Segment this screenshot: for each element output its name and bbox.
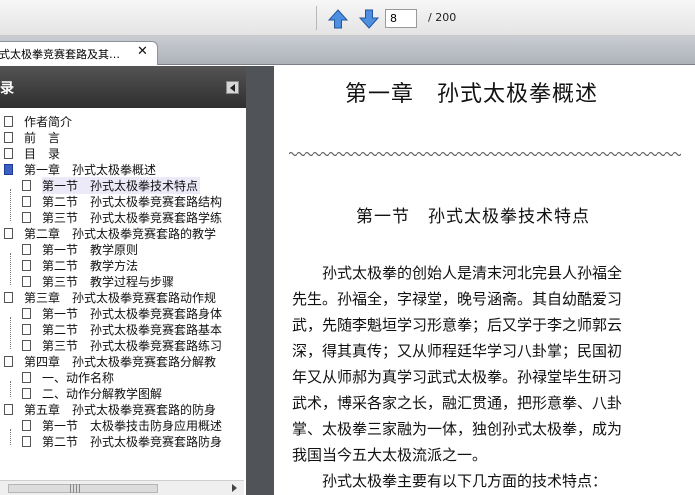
document-page: 第一章 孙式太极拳概述 第一节 孙式太极拳技术特点 孙式太极拳的创始人是清末河北… [274, 66, 695, 495]
tab-strip: 式太极拳竞赛套路及其… ✕ [0, 36, 695, 65]
tree-guide-line [10, 381, 11, 397]
tree-guide-line [10, 317, 11, 349]
page-icon [22, 180, 31, 191]
body-text-line: 深，得其真传；又从师程廷华学习八卦掌；民国初 [292, 342, 623, 360]
page-icon [22, 372, 31, 383]
page-icon [4, 132, 13, 143]
document-tab-title: 式太极拳竞赛套路及其… [0, 48, 120, 61]
tree-guide-line [10, 253, 11, 285]
page-icon [22, 420, 31, 431]
page-icon [4, 116, 13, 127]
body-text-line: 孙式太极拳主要有以下几方面的技术特点： [292, 472, 608, 490]
pane-splitter[interactable] [246, 66, 274, 495]
page-icon [22, 196, 31, 207]
sidebar-header: 录 [0, 66, 246, 108]
page-icon [4, 404, 13, 415]
horizontal-scrollbar[interactable] [0, 480, 244, 495]
sidebar-title: 录 [0, 81, 14, 97]
page-icon [4, 164, 13, 175]
page-icon [4, 356, 13, 367]
section-title: 第一节 孙式太极拳技术特点 [356, 207, 590, 227]
body-text-line: 武，先随李魁垣学习形意拳；后又学于李之师郭云 [292, 316, 623, 334]
toolbar: / 200 [0, 0, 695, 36]
page-icon [22, 308, 31, 319]
body-text-line: 武术，博采各家之长，融汇贯通，把形意拳、八卦 [292, 394, 623, 412]
document-tab[interactable]: 式太极拳竞赛套路及其… ✕ [0, 41, 158, 65]
page-icon [22, 324, 31, 335]
page-icon [22, 212, 31, 223]
arrow-down-icon[interactable] [358, 8, 380, 30]
collapse-sidebar-icon[interactable] [226, 81, 239, 94]
tree-guide-line [10, 189, 11, 221]
page-icon [22, 244, 31, 255]
page-icon [22, 260, 31, 271]
close-tab-icon[interactable]: ✕ [137, 44, 148, 59]
page-icon [22, 388, 31, 399]
body-text-line: 孙式太极拳的创始人是清末河北完县人孙福全 [292, 264, 623, 282]
page-icon [4, 292, 13, 303]
page-icon [22, 276, 31, 287]
body-text-line: 我国当今五大太极流派之一。 [292, 446, 488, 464]
decorative-divider [289, 150, 681, 158]
chapter-title: 第一章 孙式太极拳概述 [345, 82, 599, 107]
arrow-up-icon[interactable] [327, 8, 349, 30]
bookmarks-sidebar: 录 作者简介 前 言 目 录 第一章 孙式太极拳概述 第一节 孙式太极拳技术特点… [0, 66, 246, 495]
body-text-line: 掌、太极拳三家融为一体，独创孙式太极拳，成为 [292, 420, 623, 438]
page-total-label: / 200 [428, 11, 457, 24]
page-icon [4, 148, 13, 159]
page-number-input[interactable] [385, 9, 417, 28]
scrollbar-grip-icon [70, 484, 80, 493]
bookmark-tree: 作者简介 前 言 目 录 第一章 孙式太极拳概述 第一节 孙式太极拳技术特点 第… [0, 110, 244, 480]
scroll-right-arrow-icon[interactable] [232, 484, 237, 492]
page-icon [4, 228, 13, 239]
body-text-line: 先生。孙福全，字禄堂，晚号涵斋。其自幼酷爱习 [292, 290, 623, 308]
tree-guide-line [10, 429, 11, 445]
body-text-line: 年又从师郝为真学习武式太极拳。孙禄堂毕生研习 [292, 368, 623, 386]
scrollbar-thumb[interactable] [8, 484, 158, 493]
page-icon [22, 340, 31, 351]
toolbar-separator [316, 6, 317, 30]
page-icon [22, 436, 31, 447]
